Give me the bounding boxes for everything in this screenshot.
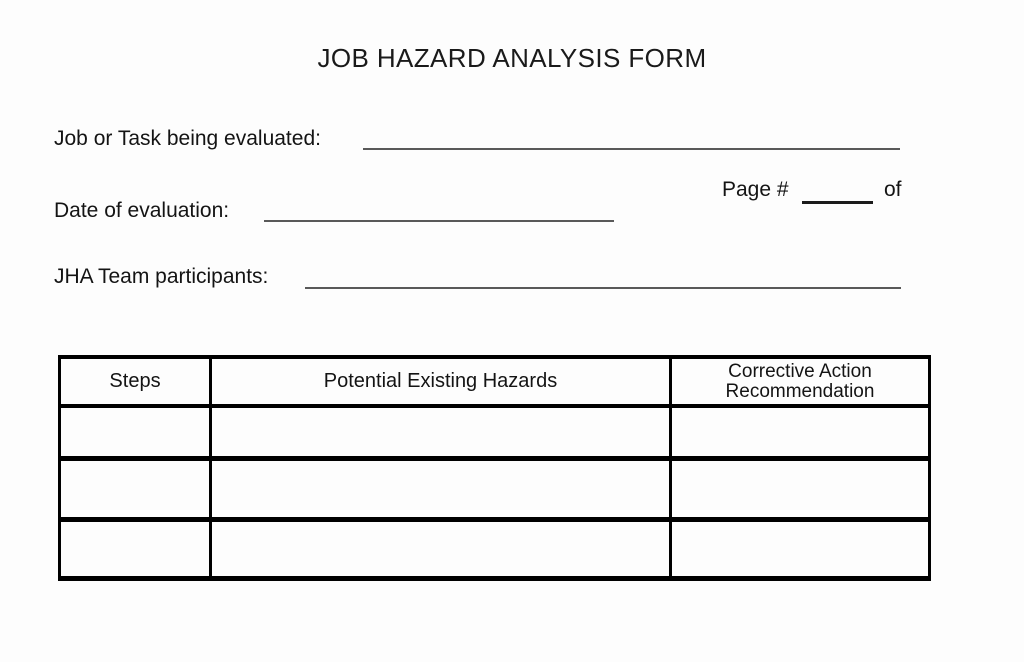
table-border-bottom [58, 576, 931, 581]
page-number-input-line[interactable] [802, 201, 873, 204]
form-page: JOB HAZARD ANALYSIS FORM Job or Task bei… [0, 0, 1024, 662]
table-header-corrective-action-line1: Corrective Action [728, 360, 872, 382]
table-column-divider-2 [669, 355, 672, 581]
job-task-label: Job or Task being evaluated: [54, 127, 321, 150]
table-border-left [58, 355, 61, 581]
jha-team-participants-label: JHA Team participants: [54, 265, 269, 288]
table-header-steps: Steps [109, 370, 161, 392]
page-number-of-label: of [884, 178, 902, 201]
hazard-analysis-table: Steps Potential Existing Hazards Correct… [58, 355, 931, 581]
page-title: JOB HAZARD ANALYSIS FORM [317, 43, 707, 73]
table-column-divider-1 [209, 355, 212, 581]
table-header-corrective-action-recommendation: Corrective Action Recommendation [672, 359, 928, 404]
table-border-right [928, 355, 931, 581]
page-number-label: Page # [722, 178, 789, 201]
table-header-corrective-action-line2: Recommendation [725, 380, 875, 402]
job-task-input-line[interactable] [363, 148, 900, 150]
table-row-divider-3 [58, 517, 931, 522]
jha-team-participants-input-line[interactable] [305, 287, 901, 289]
table-row-divider-1 [58, 404, 931, 408]
date-of-evaluation-label: Date of evaluation: [54, 199, 230, 222]
table-row-divider-2 [58, 456, 931, 461]
date-of-evaluation-input-line[interactable] [264, 220, 614, 222]
table-header-potential-existing-hazards: Potential Existing Hazards [323, 370, 558, 392]
